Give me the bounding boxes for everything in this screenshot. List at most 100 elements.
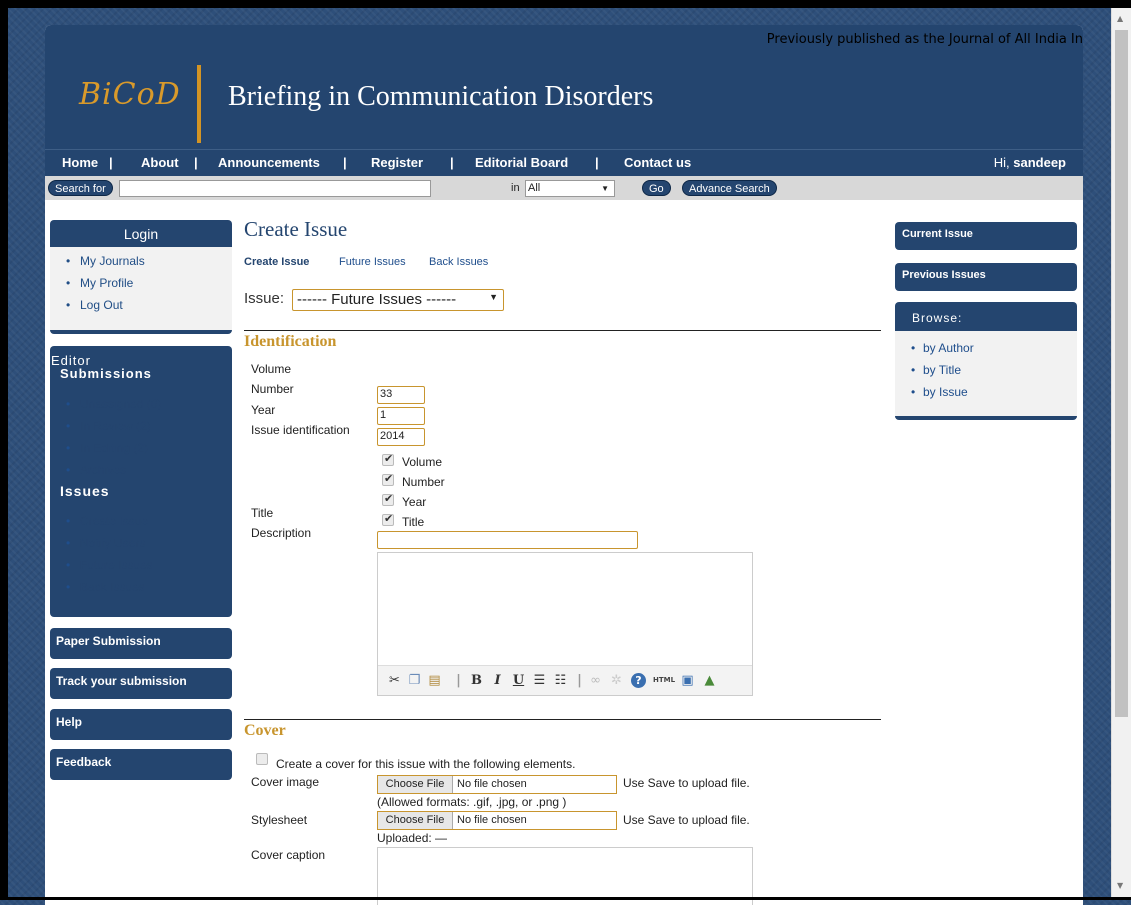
italic-icon[interactable]: I — [489, 672, 506, 689]
chevron-down-icon: ▼ — [489, 292, 498, 302]
help-icon[interactable]: ? — [631, 673, 646, 688]
cover-caption-label: Cover caption — [251, 848, 326, 862]
tab-future-issues[interactable]: Future Issues — [339, 256, 406, 268]
title-checkbox[interactable] — [382, 512, 394, 526]
stylesheet-file-input[interactable]: Choose File No file chosen — [377, 811, 617, 830]
link-icon[interactable]: ∞ — [587, 672, 604, 689]
number-label: Number — [251, 382, 294, 396]
browse-title: Browse: — [912, 311, 963, 325]
search-for-label: Search for — [48, 180, 113, 196]
nav-separator: | — [595, 155, 599, 170]
allowed-formats-note: (Allowed formats: .gif, .jpg, or .png ) — [377, 795, 567, 809]
unlink-icon[interactable]: ✲ — [608, 672, 625, 689]
tab-back-issues[interactable]: Back Issues — [429, 256, 488, 268]
nav-home[interactable]: Home — [62, 155, 98, 170]
title-input[interactable] — [377, 531, 638, 549]
search-scope-value: All — [528, 182, 541, 194]
no-file-chosen: No file chosen — [457, 778, 527, 790]
editor-item-back-issues[interactable]: Back Issues — [50, 577, 232, 599]
search-input[interactable] — [119, 180, 431, 197]
submissions-title: Submissions — [60, 366, 152, 381]
issue-select[interactable]: ------ Future Issues ------ ▼ — [292, 289, 504, 311]
sidebar-item-my-profile[interactable]: My Profile — [50, 273, 232, 295]
save-note: Use Save to upload file. — [623, 813, 750, 827]
nav-announcements[interactable]: Announcements — [218, 155, 320, 170]
year-input[interactable]: 2014 — [377, 428, 425, 446]
site-title: Briefing in Communication Disorders — [228, 81, 654, 112]
browse-box: Browse: by Author by Title by Issue — [895, 302, 1077, 420]
feedback-button[interactable]: Feedback — [50, 749, 232, 780]
editor-box: Editor Submissions Unassigned (0) In Rev… — [50, 346, 232, 617]
editor-item-archives[interactable]: Archives — [50, 460, 232, 482]
scrollbar[interactable]: ▲ ▼ — [1111, 8, 1131, 897]
description-editor[interactable]: ✂ ❐ ▤ | B I U ☰ ☷ | ∞ ✲ ? HTML ▣ ▲ — [377, 552, 753, 696]
copy-icon[interactable]: ❐ — [406, 672, 423, 689]
bullet-list-icon[interactable]: ☰ — [531, 672, 548, 689]
go-button[interactable]: Go — [642, 180, 671, 196]
editor-item-in-editing[interactable]: In Editing (2) — [50, 438, 232, 460]
nav-register[interactable]: Register — [371, 155, 423, 170]
volume-input[interactable]: 33 — [377, 386, 425, 404]
bold-icon[interactable]: B — [468, 672, 485, 689]
numbered-list-icon[interactable]: ☷ — [552, 672, 569, 689]
sidebar-item-log-out[interactable]: Log Out — [50, 295, 232, 317]
search-bar: Search for in All ▼ Go Advance Search — [45, 176, 1083, 200]
previous-issues-button[interactable]: Previous Issues — [895, 263, 1077, 291]
nav-about[interactable]: About — [141, 155, 179, 170]
create-cover-label: Create a cover for this issue with the f… — [276, 757, 576, 771]
cover-heading: Cover — [244, 722, 286, 739]
browse-by-issue[interactable]: by Issue — [895, 382, 1077, 404]
paste-icon[interactable]: ▤ — [426, 672, 443, 689]
site-logo[interactable]: BiCoD — [79, 77, 181, 112]
username[interactable]: sandeep — [1013, 155, 1066, 170]
scroll-up-icon[interactable]: ▲ — [1117, 14, 1123, 23]
divider — [244, 330, 881, 331]
html-icon[interactable]: HTML — [653, 672, 675, 689]
browse-by-title[interactable]: by Title — [895, 360, 1077, 382]
browse-by-author[interactable]: by Author — [895, 338, 1077, 360]
advance-search-button[interactable]: Advance Search — [682, 180, 777, 196]
sidebar-item-my-journals[interactable]: My Journals — [50, 251, 232, 273]
editor-item-unassigned[interactable]: Unassigned (0) — [50, 394, 232, 416]
year-label: Year — [251, 403, 276, 417]
scrollbar-thumb[interactable] — [1115, 30, 1128, 717]
title-label: Title — [251, 506, 274, 520]
divider — [244, 719, 881, 720]
track-submission-button[interactable]: Track your submission — [50, 668, 232, 699]
image-icon[interactable]: ▲ — [701, 672, 718, 689]
nav-editorial-board[interactable]: Editorial Board — [475, 155, 568, 170]
nav-contact[interactable]: Contact us — [624, 155, 691, 170]
cover-image-file-input[interactable]: Choose File No file chosen — [377, 775, 617, 794]
login-box: Login My Journals My Profile Log Out — [50, 220, 232, 334]
choose-file-button[interactable]: Choose File — [378, 776, 453, 793]
fullscreen-icon[interactable]: ▣ — [679, 672, 696, 689]
underline-icon[interactable]: U — [510, 672, 527, 689]
nav-separator: | — [194, 155, 198, 170]
cut-icon[interactable]: ✂ — [386, 672, 403, 689]
number-checkbox-label: Number — [402, 475, 445, 489]
help-button[interactable]: Help — [50, 709, 232, 740]
search-scope-select[interactable]: All ▼ — [525, 180, 615, 197]
number-input[interactable]: 1 — [377, 407, 425, 425]
editor-item-future-issues[interactable]: Future Issues — [50, 555, 232, 577]
editor-item-notify-users[interactable]: Notify Users — [50, 533, 232, 555]
volume-checkbox[interactable] — [382, 452, 394, 466]
year-checkbox-label: Year — [402, 495, 427, 509]
nav-separator: | — [109, 155, 113, 170]
toolbar-separator: | — [456, 673, 461, 688]
paper-submission-button[interactable]: Paper Submission — [50, 628, 232, 659]
user-greeting: Hi, sandeep — [994, 155, 1066, 170]
create-cover-checkbox[interactable] — [256, 753, 268, 765]
screen-edge — [0, 0, 1131, 8]
year-checkbox[interactable] — [382, 492, 394, 506]
number-checkbox[interactable] — [382, 472, 394, 486]
scroll-down-icon[interactable]: ▼ — [1117, 881, 1123, 890]
identification-heading: Identification — [244, 333, 337, 350]
nav-separator: | — [450, 155, 454, 170]
tab-create-issue[interactable]: Create Issue — [244, 256, 309, 268]
choose-file-button[interactable]: Choose File — [378, 812, 453, 829]
current-issue-button[interactable]: Current Issue — [895, 222, 1077, 250]
editor-item-create-issue[interactable]: Create Issue — [50, 511, 232, 533]
cover-image-label: Cover image — [251, 775, 320, 789]
editor-item-in-review[interactable]: In Review (2) — [50, 416, 232, 438]
